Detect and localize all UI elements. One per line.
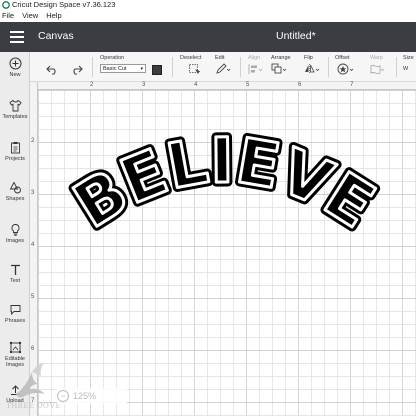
- offset-label: Offset: [335, 55, 350, 61]
- warp-label: Warp: [370, 55, 383, 61]
- ruler-left-number: 4: [31, 242, 35, 248]
- size-label: Size: [403, 55, 414, 61]
- sidebar-label: Phrases: [4, 318, 26, 324]
- design-canvas[interactable]: BELIEVE BELIEVE: [38, 90, 416, 416]
- sidebar-item-images[interactable]: Images: [0, 222, 30, 244]
- align-group[interactable]: Align: [248, 55, 264, 75]
- shapes-icon: [8, 180, 22, 194]
- document-title[interactable]: Untitled*: [276, 30, 316, 42]
- sidebar-label: New: [9, 72, 21, 78]
- ruler-top-number: 3: [142, 82, 146, 88]
- sidebar-item-templates[interactable]: Templates: [0, 98, 30, 120]
- window-title: Cricut Design Space v7.36.123: [12, 0, 116, 9]
- flip-icon: [304, 63, 322, 75]
- sidebar-item-projects[interactable]: Projects: [0, 140, 30, 162]
- arrange-icon: [271, 63, 291, 75]
- warp-icon: [370, 63, 386, 75]
- ruler-left-number: 3: [31, 190, 35, 196]
- zoom-out-button[interactable]: −: [57, 390, 69, 402]
- editable-image-icon: [8, 340, 22, 354]
- hamburger-menu-icon[interactable]: [10, 31, 24, 43]
- toolbar-divider: [172, 57, 173, 77]
- edit-label: Edit: [215, 55, 225, 61]
- ruler-left-number: 2: [31, 138, 35, 144]
- lightbulb-icon: [8, 222, 22, 236]
- deselect-group[interactable]: Deselect: [180, 55, 201, 75]
- size-width-label: W: [403, 66, 409, 72]
- clipboard-icon: [8, 140, 22, 154]
- speech-bubble-icon: [8, 302, 22, 316]
- arrange-label: Arrange: [271, 55, 291, 61]
- size-group: Size W: [403, 55, 414, 72]
- ruler-top: 2 3 4 5 6 7: [38, 82, 416, 90]
- menu-bar: File View Help: [0, 10, 416, 22]
- ruler-top-number: 7: [350, 82, 354, 88]
- believe-text[interactable]: BELIEVE: [60, 122, 389, 243]
- sidebar-label: Images: [5, 238, 25, 244]
- ruler-top-number: 6: [298, 82, 302, 88]
- text-T-icon: [8, 262, 22, 276]
- zoom-level: 125%: [73, 391, 97, 401]
- operation-color-swatch[interactable]: [152, 65, 162, 75]
- sidebar-item-text[interactable]: Text: [0, 262, 30, 284]
- watermark-text: THREE DOVE: [6, 401, 61, 410]
- cricut-app-icon: [2, 1, 10, 9]
- pencil-icon: [215, 63, 231, 75]
- deselect-label: Deselect: [180, 55, 202, 61]
- toolbar-divider: [240, 57, 241, 77]
- edit-toolbar: Operation Basic Cut ▾ Deselect Edit Alig…: [30, 52, 416, 82]
- ruler-top-number: 5: [246, 82, 250, 88]
- toolbar-divider: [328, 57, 329, 77]
- sidebar-label: Text: [9, 278, 21, 284]
- operation-label: Operation: [100, 55, 125, 61]
- flip-label: Flip: [304, 55, 313, 61]
- section-title: Canvas: [38, 30, 74, 42]
- offset-group[interactable]: Offset: [335, 55, 355, 75]
- ruler-top-number: 2: [90, 82, 94, 88]
- menu-file[interactable]: File: [2, 10, 14, 22]
- flip-group[interactable]: Flip: [304, 55, 322, 75]
- chevron-down-icon: ▾: [140, 66, 143, 72]
- warp-group[interactable]: Warp: [370, 55, 386, 75]
- toolbar-divider: [396, 57, 397, 77]
- menu-help[interactable]: Help: [46, 10, 61, 22]
- canvas-svg: BELIEVE BELIEVE: [38, 90, 416, 416]
- align-label: Align: [248, 55, 261, 61]
- edit-group[interactable]: Edit: [215, 55, 231, 75]
- ruler-top-number: 4: [194, 82, 198, 88]
- window-titlebar: Cricut Design Space v7.36.123: [0, 0, 416, 10]
- menu-view[interactable]: View: [22, 10, 38, 22]
- sidebar-label: Templates: [2, 114, 28, 120]
- sidebar-label: Shapes: [5, 196, 25, 202]
- toolbar-divider: [92, 57, 93, 77]
- align-icon: [248, 63, 264, 75]
- deselect-icon: [180, 63, 201, 75]
- ruler-left-number: 6: [31, 346, 35, 352]
- shirt-icon: [8, 98, 22, 112]
- sidebar-label: Projects: [5, 156, 25, 162]
- sidebar-item-phrases[interactable]: Phrases: [0, 302, 30, 324]
- operation-value: Basic Cut: [103, 66, 127, 72]
- offset-icon: [335, 63, 355, 75]
- sidebar-item-new[interactable]: New: [0, 56, 30, 78]
- operation-group: Operation Basic Cut ▾: [100, 55, 146, 73]
- undo-icon[interactable]: [46, 62, 59, 80]
- ruler-left-number: 5: [31, 294, 35, 300]
- believe-fill-path: BELIEVE: [60, 122, 389, 243]
- sidebar-item-shapes[interactable]: Shapes: [0, 180, 30, 202]
- plus-circle-icon: [8, 56, 22, 70]
- zoom-control: − 125%: [57, 388, 127, 404]
- redo-icon[interactable]: [70, 62, 83, 80]
- arrange-group[interactable]: Arrange: [271, 55, 291, 75]
- operation-select[interactable]: Basic Cut ▾: [100, 64, 146, 73]
- app-header: Canvas Untitled*: [0, 22, 416, 52]
